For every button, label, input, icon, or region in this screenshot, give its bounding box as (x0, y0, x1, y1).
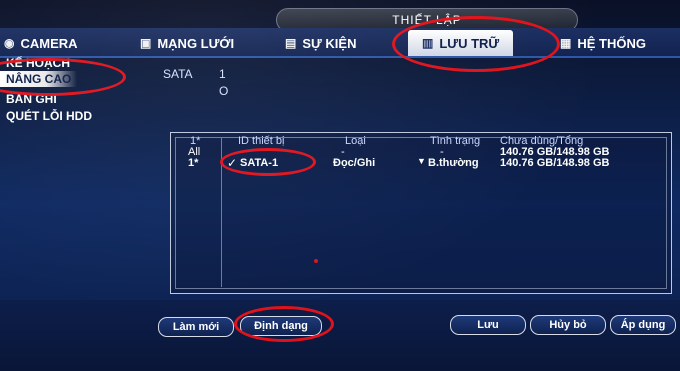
table-row-sata1-type[interactable]: Đọc/Ghi (333, 157, 375, 169)
tab-system-label: HỆ THỐNG (577, 35, 646, 51)
table-header-type: Loại (345, 135, 366, 147)
sidebar-item-schedule[interactable]: KẾ HOẠCH (6, 56, 70, 70)
dvr-setup-screen: THIẾT LẬP ◉ CAMERA ▣ MẠNG LƯỚI ▤ SỰ KIỆN… (0, 0, 680, 371)
annotation-dot (314, 259, 318, 263)
table-row-sata1-index: 1* (188, 157, 199, 169)
network-icon: ▣ (140, 36, 152, 50)
sidebar-item-hdd-scan[interactable]: QUÉT LỖI HDD (6, 109, 92, 123)
hdd-group-value-bottom[interactable]: O (219, 84, 228, 98)
check-icon[interactable]: ✓ (227, 156, 237, 170)
dropdown-arrow-icon[interactable]: ▼ (417, 156, 426, 166)
table-row-sata1-status: B.thường (428, 157, 479, 169)
tab-camera-label: CAMERA (20, 35, 78, 51)
camera-icon: ◉ (4, 36, 15, 50)
sidebar-item-advanced[interactable]: NÂNG CAO (0, 71, 78, 87)
cancel-button[interactable]: Hủy bỏ (530, 315, 606, 335)
hdd-group-label: SATA (163, 67, 193, 81)
system-icon: ▦ (560, 36, 572, 50)
table-row-sata1-id[interactable]: SATA-1 (240, 157, 278, 169)
tab-network-label: MẠNG LƯỚI (157, 35, 235, 51)
apply-button[interactable]: Áp dụng (610, 315, 676, 335)
hdd-group-value-top: 1 (219, 67, 226, 81)
event-icon: ▤ (285, 36, 297, 50)
tab-system[interactable]: ▦ HỆ THỐNG (560, 30, 646, 56)
refresh-button[interactable]: Làm mới (158, 317, 234, 337)
button-bar (0, 300, 680, 371)
table-header-device-id: ID thiết bị (238, 135, 285, 147)
tab-events-label: SỰ KIỆN (302, 35, 357, 51)
window-title-text: THIẾT LẬP (392, 13, 462, 27)
tab-storage[interactable]: ▥ LƯU TRỮ (408, 30, 514, 56)
tab-events[interactable]: ▤ SỰ KIỆN (285, 30, 356, 56)
tab-network[interactable]: ▣ MẠNG LƯỚI (140, 30, 234, 56)
table-column-divider (221, 137, 222, 287)
sidebar-item-record[interactable]: BẢN GHI (6, 92, 57, 106)
save-button[interactable]: Lưu (450, 315, 526, 335)
table-row-sata1-capacity: 140.76 GB/148.98 GB (500, 157, 610, 169)
format-button[interactable]: Định dạng (240, 316, 322, 336)
table-header-status: Tình trạng (430, 135, 481, 147)
tab-storage-label: LƯU TRỮ (439, 35, 500, 51)
storage-icon: ▥ (422, 36, 434, 50)
tab-camera[interactable]: ◉ CAMERA (4, 30, 78, 56)
